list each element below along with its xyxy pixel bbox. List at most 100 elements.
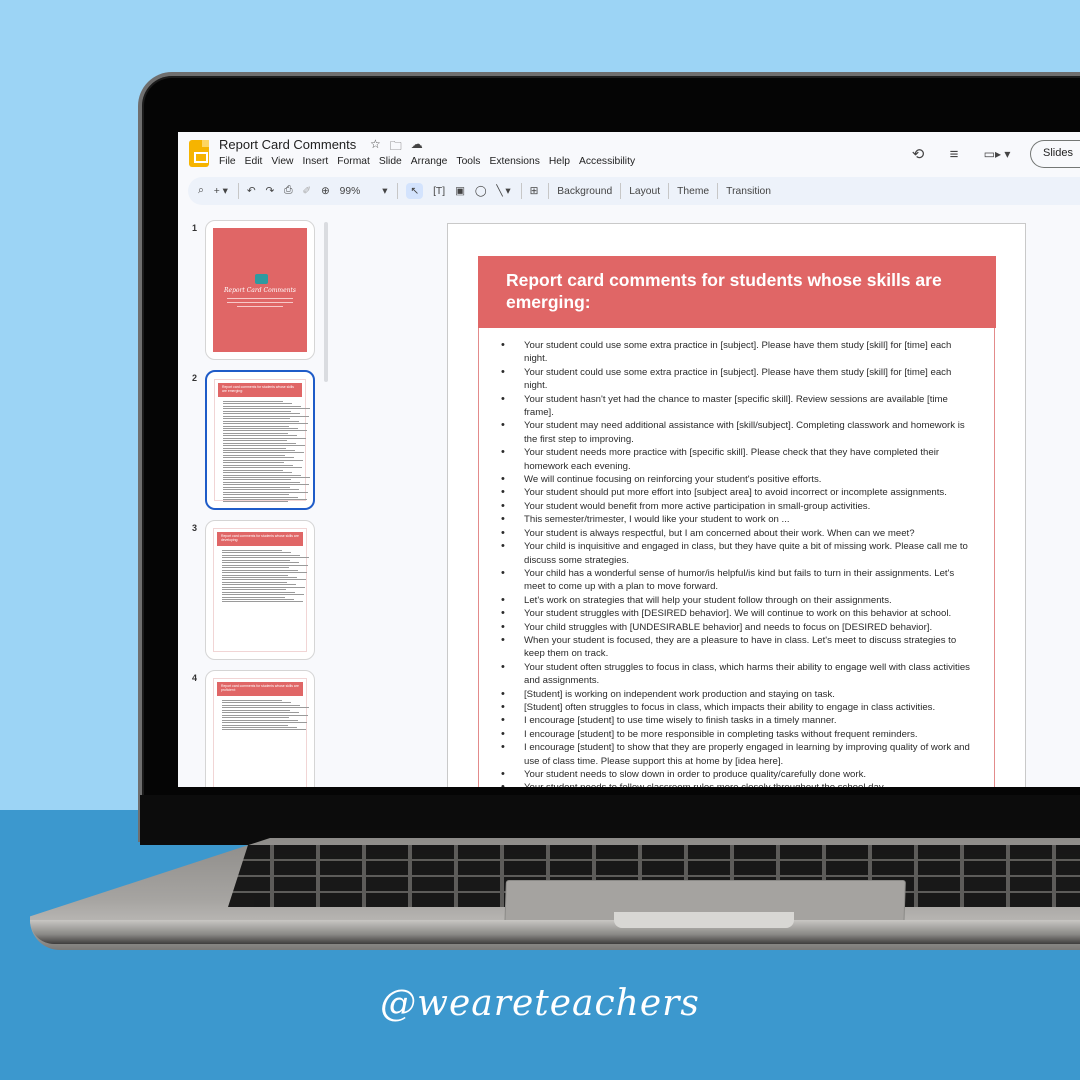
- redo-icon[interactable]: ↷: [265, 185, 274, 197]
- thumb-text-line: [223, 494, 289, 496]
- slideshow-button[interactable]: Slides: [1030, 140, 1080, 168]
- thumb-text-line: [223, 430, 307, 432]
- thumb-text-line: [223, 445, 305, 447]
- add-comment-icon[interactable]: ⊞: [530, 185, 539, 197]
- thumb-text-line: [222, 722, 307, 724]
- menu-view[interactable]: View: [271, 156, 293, 167]
- thumb-text-line: [223, 435, 297, 437]
- thumb-text-line: [222, 599, 294, 600]
- theme-button[interactable]: Theme: [677, 186, 709, 197]
- comments-icon[interactable]: ≡: [944, 146, 964, 163]
- select-tool-icon[interactable]: ↖: [406, 183, 424, 199]
- slide-thumbnail-1[interactable]: Report Card Comments: [205, 220, 315, 360]
- thumb-text-line: [223, 481, 300, 483]
- slide-thumbnail-3[interactable]: Report card comments for students whose …: [205, 520, 315, 660]
- toolbar-divider: [397, 183, 399, 199]
- menu-format[interactable]: Format: [337, 156, 370, 167]
- thumb-text-line: [222, 591, 295, 593]
- google-slides-logo-icon[interactable]: [189, 140, 209, 167]
- print-icon[interactable]: ⎙: [284, 185, 292, 197]
- comment-item: Your child is inquisitive and engaged in…: [501, 540, 976, 567]
- thumb-text-line: [223, 479, 291, 481]
- menu-extensions[interactable]: Extensions: [489, 156, 539, 167]
- zoom-dropdown-icon[interactable]: ▾: [382, 185, 387, 197]
- cloud-saved-icon[interactable]: ☁: [411, 137, 423, 158]
- slide-number: 3: [192, 523, 198, 533]
- slide-title[interactable]: Report card comments for students whose …: [506, 269, 946, 313]
- menu-insert[interactable]: Insert: [302, 156, 328, 167]
- laptop-base-edge: [30, 920, 1080, 944]
- slide-thumbnail-2[interactable]: Report card comments for students whose …: [205, 370, 315, 510]
- thumb-text-line: [222, 550, 282, 551]
- star-icon[interactable]: ☆: [370, 137, 381, 158]
- thumb-text-line: [222, 579, 306, 581]
- comment-item: Your student often struggles to focus in…: [501, 661, 976, 688]
- thumb-text-line: [223, 425, 289, 427]
- slide-canvas[interactable]: Report card comments for students whose …: [447, 223, 1026, 787]
- cover-slide-preview: Report Card Comments: [213, 228, 307, 352]
- thumb-text-line: [222, 596, 285, 598]
- shape-icon[interactable]: ◯: [475, 185, 487, 197]
- comment-item: Your student needs to slow down in order…: [501, 768, 976, 782]
- paint-format-icon[interactable]: ✐: [302, 185, 311, 197]
- menu-tools[interactable]: Tools: [456, 156, 480, 167]
- thumb-text-line: [223, 452, 304, 454]
- version-history-icon[interactable]: ⟲: [908, 145, 928, 163]
- search-menus-icon[interactable]: ⌕: [198, 185, 204, 197]
- filmstrip-scrollbar[interactable]: [324, 222, 328, 382]
- comment-list[interactable]: Your student could use some extra practi…: [501, 339, 976, 787]
- thumb-title: Report card comments for students whose …: [218, 383, 302, 397]
- menu-help[interactable]: Help: [549, 156, 570, 167]
- thumb-text-line: [222, 726, 297, 728]
- comment-item: Your student is always respectful, but I…: [501, 527, 976, 541]
- thumb-text-line: [222, 572, 307, 574]
- undo-icon[interactable]: ↶: [247, 185, 256, 197]
- insert-image-icon[interactable]: ▣: [455, 185, 465, 197]
- text-box-icon[interactable]: [T]: [433, 186, 445, 197]
- document-title[interactable]: Report Card Comments: [219, 137, 356, 152]
- thumb-text-line: [223, 469, 283, 471]
- zoom-icon[interactable]: ⊕: [321, 185, 330, 197]
- comment-item: Your student could use some extra practi…: [501, 339, 976, 366]
- comment-item: Your child has a wonderful sense of humo…: [501, 567, 976, 594]
- comment-item: Your student should put more effort into…: [501, 486, 976, 500]
- comment-item: I encourage [student] to use time wisely…: [501, 714, 976, 728]
- thumb-text-line: [223, 501, 288, 503]
- thumb-text-line: [222, 712, 299, 714]
- thumb-text-line: [223, 459, 303, 461]
- thumb-text-line: [223, 486, 290, 488]
- cover-title: Report Card Comments: [224, 287, 296, 294]
- move-to-folder-icon[interactable]: 🗀: [390, 137, 402, 158]
- thumb-text-line: [222, 704, 300, 706]
- meet-icon[interactable]: ▭▸ ▾: [980, 147, 1014, 161]
- thumb-text-line: [222, 714, 308, 716]
- new-slide-button[interactable]: + ▾: [214, 185, 228, 197]
- thumb-text-line: [223, 423, 308, 425]
- zoom-value[interactable]: 99%: [340, 186, 361, 197]
- thumb-text-line: [223, 401, 283, 402]
- thumb-text-line: [223, 489, 299, 491]
- thumb-text-line: [223, 499, 307, 500]
- thumb-text-line: [222, 584, 296, 586]
- thumb-text-line: [223, 442, 296, 444]
- slide-thumbnail-4[interactable]: Report card comments for students whose …: [205, 670, 315, 787]
- thumb-text-line: [222, 581, 287, 583]
- comment-item: Your student hasn't yet had the chance t…: [501, 393, 976, 420]
- toolbar-divider: [717, 183, 719, 199]
- menu-arrange[interactable]: Arrange: [411, 156, 448, 167]
- slide-number: 1: [192, 223, 198, 233]
- line-icon[interactable]: ╲ ▾: [496, 185, 510, 197]
- background-button[interactable]: Background: [557, 186, 612, 197]
- menu-accessibility[interactable]: Accessibility: [579, 156, 635, 167]
- thumb-text-line: [222, 576, 297, 578]
- comment-item: Your child struggles with [UNDESIRABLE b…: [501, 621, 976, 635]
- slide-preview: Report card comments for students whose …: [214, 379, 310, 503]
- menu-slide[interactable]: Slide: [379, 156, 402, 167]
- transition-button[interactable]: Transition: [726, 186, 771, 197]
- laptop-screen: Report Card Comments ☆ 🗀 ☁ File Edit Vie…: [178, 132, 1080, 787]
- layout-button[interactable]: Layout: [629, 186, 660, 197]
- toolbar-divider: [668, 183, 670, 199]
- menu-file[interactable]: File: [219, 156, 236, 167]
- thumb-text-line: [222, 554, 300, 556]
- menu-edit[interactable]: Edit: [245, 156, 263, 167]
